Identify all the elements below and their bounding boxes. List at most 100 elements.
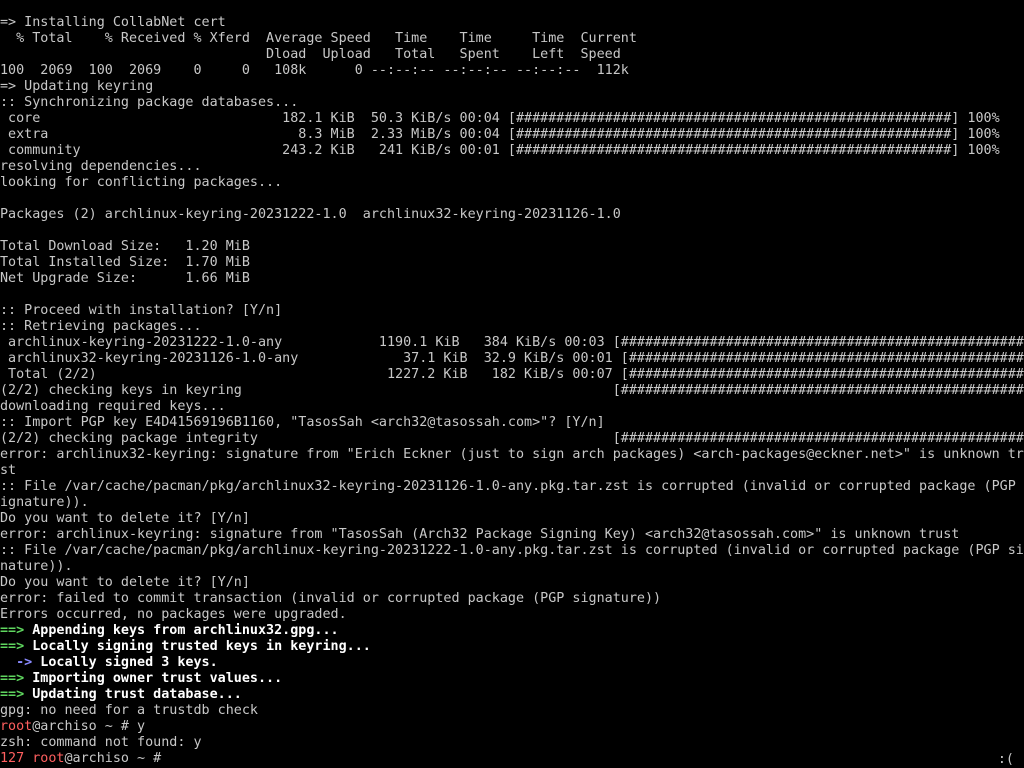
terminal-text: st: [0, 463, 17, 478]
terminal-text: Appending keys from archlinux32.gpg...: [24, 623, 339, 638]
terminal-text: % Total % Received % Xferd Average Speed…: [0, 31, 637, 46]
terminal-text: @archiso ~ # y: [32, 719, 146, 734]
terminal-text: resolving dependencies...: [0, 159, 202, 174]
terminal-text: :: Retrieving packages...: [0, 319, 202, 334]
terminal-line: archlinux-keyring-20231222-1.0-any 1190.…: [0, 335, 1024, 351]
terminal-text: archlinux-keyring-20231222-1.0-any 1190.…: [0, 335, 1024, 350]
terminal-line: (2/2) checking package integrity [######…: [0, 431, 1024, 447]
prompt-exit-status: :(: [997, 752, 1014, 767]
terminal-line: core 182.1 KiB 50.3 KiB/s 00:04 [#######…: [0, 111, 1024, 127]
terminal-text: root: [32, 751, 65, 766]
terminal-line: archlinux32-keyring-20231126-1.0-any 37.…: [0, 351, 1024, 367]
terminal-line: => Updating keyring: [0, 79, 1024, 95]
terminal-text: nature)).: [0, 559, 73, 574]
terminal-text: ==>: [0, 671, 25, 686]
terminal-line: Packages (2) archlinux-keyring-20231222-…: [0, 207, 1024, 223]
terminal-text: root: [0, 719, 33, 734]
terminal-text: => Updating keyring: [0, 79, 154, 94]
terminal-line: error: archlinux32-keyring: signature fr…: [0, 447, 1024, 463]
terminal-line: Errors occurred, no packages were upgrad…: [0, 607, 1024, 623]
terminal-text: Net Upgrade Size: 1.66 MiB: [0, 271, 250, 286]
terminal-text: :: Synchronizing package databases...: [0, 95, 299, 110]
terminal-text: :: Proceed with installation? [Y/n]: [0, 303, 283, 318]
terminal-line: :: File /var/cache/pacman/pkg/archlinux3…: [0, 479, 1024, 495]
terminal-line: (2/2) checking keys in keyring [########…: [0, 383, 1024, 399]
terminal-line: gpg: no need for a trustdb check: [0, 703, 1024, 719]
terminal-text: Dload Upload Total Spent Left Speed: [0, 47, 621, 62]
terminal-line: 100 2069 100 2069 0 0 108k 0 --:--:-- --…: [0, 63, 1024, 79]
terminal-text: downloading required keys...: [0, 399, 226, 414]
terminal-line: :: Synchronizing package databases...: [0, 95, 1024, 111]
terminal-text: 100 2069 100 2069 0 0 108k 0 --:--:-- --…: [0, 63, 629, 78]
terminal-text: ==>: [0, 687, 25, 702]
terminal-line: st: [0, 463, 1024, 479]
terminal-text: gpg: no need for a trustdb check: [0, 703, 258, 718]
terminal-text: zsh: command not found: y: [0, 735, 202, 750]
terminal-line: % Total % Received % Xferd Average Speed…: [0, 31, 1024, 47]
terminal-line: :: Retrieving packages...: [0, 319, 1024, 335]
terminal-line: looking for conflicting packages...: [0, 175, 1024, 191]
terminal-line: error: failed to commit transaction (inv…: [0, 591, 1024, 607]
terminal-text: 127: [0, 751, 33, 766]
terminal-text: @archiso ~ #: [64, 751, 170, 766]
terminal-line: Total Installed Size: 1.70 MiB: [0, 255, 1024, 271]
terminal-text: Do you want to delete it? [Y/n]: [0, 511, 250, 526]
terminal-text: Updating trust database...: [24, 687, 242, 702]
terminal-line: error: archlinux-keyring: signature from…: [0, 527, 1024, 543]
terminal-line: Total Download Size: 1.20 MiB: [0, 239, 1024, 255]
terminal-line: ignature)).: [0, 495, 1024, 511]
terminal-text: archlinux32-keyring-20231126-1.0-any 37.…: [0, 351, 1024, 366]
terminal-line: resolving dependencies...: [0, 159, 1024, 175]
terminal-line: :: Proceed with installation? [Y/n]: [0, 303, 1024, 319]
terminal-line: nature)).: [0, 559, 1024, 575]
terminal-line: :: Import PGP key E4D41569196B1160, "Tas…: [0, 415, 1024, 431]
terminal-text: ignature)).: [0, 495, 89, 510]
terminal-text: ==>: [0, 639, 25, 654]
terminal-text: Locally signing trusted keys in keyring.…: [24, 639, 371, 654]
terminal-output[interactable]: => Installing CollabNet cert % Total % R…: [0, 15, 1024, 768]
terminal-text: Locally signed 3 keys.: [32, 655, 218, 670]
terminal-line: Total (2/2) 1227.2 KiB 182 KiB/s 00:07 […: [0, 367, 1024, 383]
terminal-text: ==>: [0, 623, 25, 638]
terminal-line: root@archiso ~ # y: [0, 719, 1024, 735]
terminal-text: extra 8.3 MiB 2.33 MiB/s 00:04 [########…: [0, 127, 1000, 142]
terminal-text: Total Installed Size: 1.70 MiB: [0, 255, 250, 270]
terminal-text: error: archlinux-keyring: signature from…: [0, 527, 960, 542]
terminal-text: community 243.2 KiB 241 KiB/s 00:01 [###…: [0, 143, 1000, 158]
terminal-text: Importing owner trust values...: [24, 671, 283, 686]
terminal-line: 127 root@archiso ~ #: [0, 751, 1024, 767]
terminal-line: Net Upgrade Size: 1.66 MiB: [0, 271, 1024, 287]
terminal-text: Do you want to delete it? [Y/n]: [0, 575, 250, 590]
terminal-text: (2/2) checking keys in keyring [########…: [0, 383, 1024, 398]
terminal-text: looking for conflicting packages...: [0, 175, 283, 190]
terminal-text: => Installing CollabNet cert: [0, 15, 226, 30]
terminal-line: Do you want to delete it? [Y/n]: [0, 511, 1024, 527]
terminal-line: -> Locally signed 3 keys.: [0, 655, 1024, 671]
terminal-line: => Installing CollabNet cert: [0, 15, 1024, 31]
terminal-line: Dload Upload Total Spent Left Speed: [0, 47, 1024, 63]
terminal-line: ==> Importing owner trust values...: [0, 671, 1024, 687]
terminal-text: Errors occurred, no packages were upgrad…: [0, 607, 347, 622]
terminal-line: ==> Updating trust database...: [0, 687, 1024, 703]
terminal-text: Total Download Size: 1.20 MiB: [0, 239, 250, 254]
terminal-line: ==> Appending keys from archlinux32.gpg.…: [0, 623, 1024, 639]
terminal-line: Do you want to delete it? [Y/n]: [0, 575, 1024, 591]
terminal-text: Total (2/2) 1227.2 KiB 182 KiB/s 00:07 […: [0, 367, 1024, 382]
terminal-text: (2/2) checking package integrity [######…: [0, 431, 1024, 446]
terminal-text: ->: [0, 655, 33, 670]
terminal-text: core 182.1 KiB 50.3 KiB/s 00:04 [#######…: [0, 111, 1000, 126]
terminal-line: ==> Locally signing trusted keys in keyr…: [0, 639, 1024, 655]
terminal-text: Packages (2) archlinux-keyring-20231222-…: [0, 207, 621, 222]
terminal-line: downloading required keys...: [0, 399, 1024, 415]
terminal-line: extra 8.3 MiB 2.33 MiB/s 00:04 [########…: [0, 127, 1024, 143]
terminal-text: :: Import PGP key E4D41569196B1160, "Tas…: [0, 415, 605, 430]
terminal-line: zsh: command not found: y: [0, 735, 1024, 751]
terminal-text: :: File /var/cache/pacman/pkg/archlinux-…: [0, 543, 1024, 558]
terminal-line: :: File /var/cache/pacman/pkg/archlinux-…: [0, 543, 1024, 559]
terminal-line: community 243.2 KiB 241 KiB/s 00:01 [###…: [0, 143, 1024, 159]
terminal-text: :: File /var/cache/pacman/pkg/archlinux3…: [0, 479, 1024, 494]
terminal-text: error: failed to commit transaction (inv…: [0, 591, 662, 606]
